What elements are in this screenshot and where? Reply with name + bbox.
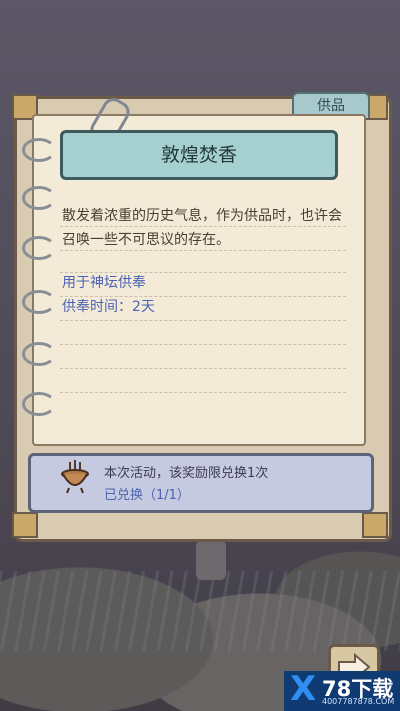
corner-bracket bbox=[362, 512, 388, 538]
grass-layer bbox=[0, 571, 400, 651]
item-duration: 供奉时间：2天 bbox=[62, 299, 155, 315]
binder-ring-icon bbox=[22, 138, 56, 162]
binder-ring-icon bbox=[22, 392, 56, 416]
binder-ring-icon bbox=[22, 186, 56, 210]
ruled-line bbox=[60, 368, 346, 369]
ruled-line bbox=[60, 320, 346, 321]
incense-burner-icon bbox=[61, 460, 89, 494]
item-title: 敦煌焚香 bbox=[60, 130, 338, 180]
reward-status: 已兑换（1/1） bbox=[104, 488, 190, 503]
watermark-url: 4007787878.COM bbox=[322, 697, 395, 706]
watermark-badge: X 78下载 4007787878.COM bbox=[284, 669, 400, 711]
item-description: 散发着浓重的历史气息，作为供品时，也许会召唤一些不可思议的存在。 bbox=[62, 208, 342, 248]
corner-bracket bbox=[12, 512, 38, 538]
reward-limit-text: 本次活动，该奖励限兑换1次 bbox=[104, 466, 269, 481]
binder-ring-icon bbox=[22, 342, 56, 366]
ruled-line bbox=[60, 392, 346, 393]
ruled-line bbox=[60, 344, 346, 345]
binder-ring-icon bbox=[22, 290, 56, 314]
watermark-logo-icon: X bbox=[290, 669, 317, 709]
binder-ring-icon bbox=[22, 236, 56, 260]
item-use: 用于神坛供奉 bbox=[62, 275, 146, 291]
stone-decoration bbox=[196, 540, 226, 580]
